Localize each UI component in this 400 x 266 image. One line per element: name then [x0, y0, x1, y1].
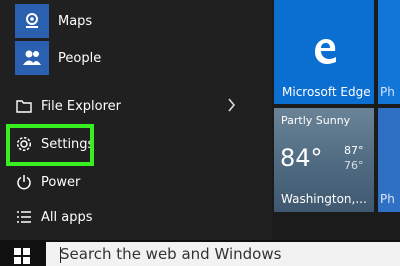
weather-temperature: 84°	[280, 144, 323, 172]
app-people-label: People	[58, 50, 102, 66]
search-placeholder: Search the web and Windows	[60, 245, 282, 263]
settings-highlight-box	[6, 124, 94, 166]
windows-start-icon[interactable]	[14, 248, 30, 264]
weather-low: 76°	[344, 159, 364, 172]
text-caret	[60, 247, 61, 263]
menu-item-all-apps[interactable]: All apps	[15, 208, 93, 226]
chevron-right-icon[interactable]	[228, 98, 236, 112]
weather-high: 87°	[344, 144, 364, 157]
file-explorer-label: File Explorer	[41, 98, 122, 114]
tiles-pane: Microsoft Edge Ph Partly Sunny 84° 87° 7…	[272, 0, 400, 240]
partial-tile-label-2: Ph	[380, 192, 395, 206]
edge-icon	[315, 39, 336, 64]
folder-icon	[15, 97, 33, 115]
menu-item-file-explorer[interactable]: File Explorer	[15, 97, 121, 115]
power-icon	[15, 173, 33, 191]
people-icon	[15, 41, 49, 75]
tile-partial-top[interactable]: Ph	[378, 0, 400, 104]
edge-tile-label: Microsoft Edge	[282, 85, 371, 99]
app-maps[interactable]: Maps	[15, 4, 92, 38]
power-label: Power	[41, 174, 81, 190]
partial-tile-label: Ph	[380, 85, 395, 99]
tile-partial-bottom[interactable]: Ph	[378, 108, 400, 212]
app-maps-label: Maps	[58, 13, 93, 29]
menu-item-power[interactable]: Power	[15, 173, 80, 191]
weather-location: Washington,...	[281, 192, 367, 206]
tile-microsoft-edge[interactable]: Microsoft Edge	[274, 0, 374, 104]
search-box[interactable]: Search the web and Windows	[46, 242, 400, 266]
maps-icon	[15, 4, 49, 38]
tile-weather[interactable]: Partly Sunny 84° 87° 76° Washington,...	[274, 108, 374, 212]
weather-condition: Partly Sunny	[281, 114, 351, 127]
all-apps-label: All apps	[41, 209, 93, 225]
list-icon	[15, 208, 33, 226]
app-people[interactable]: People	[15, 41, 101, 75]
